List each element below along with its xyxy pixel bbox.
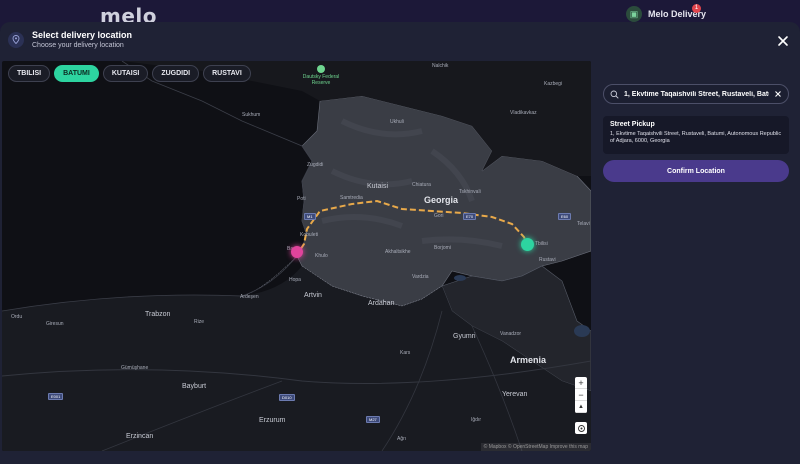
place-label: Chiatura: [412, 182, 431, 188]
place-label: Ukhuli: [390, 119, 404, 125]
place-label: Tskhinvali: [459, 189, 481, 195]
search-result-card[interactable]: Street Pickup 1, Ekvtime Taqaishvili Str…: [603, 116, 789, 154]
place-label: Telavi: [577, 221, 590, 227]
place-label: Gori: [434, 213, 444, 219]
locate-icon: [577, 424, 585, 432]
close-icon: [778, 36, 788, 46]
map-attribution: © Mapbox © OpenStreetMap Improve this ma…: [480, 443, 591, 451]
place-label: Erzurum: [259, 417, 286, 424]
clear-search-icon[interactable]: [774, 90, 782, 98]
tbilisi-marker-icon[interactable]: [521, 238, 534, 251]
place-label: Hopa: [289, 277, 301, 283]
map-canvas[interactable]: TBILISI BATUMI KUTAISI ZUGDIDI RUSTAVI D…: [2, 61, 591, 451]
place-label: Kars: [400, 350, 411, 356]
place-label: Trabzon: [145, 311, 171, 318]
place-label: Erzincan: [126, 433, 154, 440]
place-label: Kobuleti: [300, 232, 319, 238]
improve-map-link[interactable]: Improve this map: [550, 444, 588, 450]
chip-batumi[interactable]: BATUMI: [54, 65, 99, 82]
place-label: Akhaltsikhe: [385, 249, 411, 255]
place-label: Rustavi: [539, 257, 556, 263]
result-address: 1, Ekvtime Taqaishvili Street, Rustaveli…: [610, 131, 782, 144]
place-label: Kutaisi: [367, 183, 389, 190]
park-label: Dautsky Federal Reserve: [302, 74, 340, 86]
road-badge: E60: [558, 213, 572, 220]
place-label: Zugdidi: [307, 162, 324, 168]
chip-tbilisi[interactable]: TBILISI: [8, 65, 51, 82]
compass-button[interactable]: ▲: [575, 401, 587, 413]
place-label: Gümüşhane: [121, 365, 149, 371]
address-search: [603, 84, 789, 104]
place-label: Iğdır: [471, 417, 482, 423]
zoom-out-button[interactable]: −: [575, 389, 587, 401]
notification-badge: 1: [692, 4, 701, 13]
modal-subtitle: Choose your delivery location: [32, 42, 124, 49]
place-label: Ardahan: [368, 300, 395, 307]
road-badge: M1: [304, 213, 316, 220]
road-badge: M27: [366, 416, 380, 423]
place-label: Vladikavkaz: [510, 110, 537, 116]
place-label: Gyumri: [453, 333, 476, 340]
place-label: Vanadzor: [500, 331, 522, 337]
address-input[interactable]: [624, 90, 769, 98]
place-label: Samtredia: [340, 195, 363, 201]
modal-title: Select delivery location: [32, 30, 133, 40]
place-label: Nalchik: [432, 63, 449, 69]
place-label: Kazbegi: [544, 81, 563, 87]
place-label: Khulo: [315, 253, 328, 259]
country-label: Georgia: [424, 195, 459, 205]
place-label: Yerevan: [502, 391, 528, 398]
locate-button[interactable]: [575, 422, 587, 434]
road-badge: E001: [48, 393, 64, 400]
place-label: Borjomi: [434, 245, 451, 251]
place-label: Bayburt: [182, 383, 207, 390]
place-label: Poti: [297, 196, 306, 202]
confirm-location-button[interactable]: Confirm Location: [603, 160, 789, 182]
place-label: Giresun: [46, 321, 64, 327]
attribution-text[interactable]: © Mapbox © OpenStreetMap: [484, 444, 550, 450]
armenia-label: Armenia: [510, 355, 547, 365]
search-icon: [610, 90, 619, 99]
result-title: Street Pickup: [610, 121, 655, 128]
store-icon: ▣: [626, 6, 642, 22]
batumi-marker-icon[interactable]: [291, 246, 303, 258]
zoom-in-button[interactable]: +: [575, 377, 587, 389]
delivery-location-modal: Select delivery location Choose your del…: [0, 22, 800, 464]
place-label: Tbilisi: [535, 241, 548, 247]
modal-header: Select delivery location Choose your del…: [8, 30, 132, 49]
place-label: Rize: [194, 319, 205, 325]
zoom-controls: + − ▲: [575, 377, 587, 413]
close-button[interactable]: [776, 34, 790, 48]
road-badge: E70: [463, 213, 477, 220]
city-chips: TBILISI BATUMI KUTAISI ZUGDIDI RUSTAVI: [8, 65, 251, 82]
park-icon[interactable]: [317, 65, 325, 73]
place-label: Artvin: [304, 292, 322, 299]
location-pin-icon: [8, 31, 24, 48]
chip-kutaisi[interactable]: KUTAISI: [102, 65, 149, 82]
chip-zugdidi[interactable]: ZUGDIDI: [152, 65, 200, 82]
road-badge: D010: [279, 394, 295, 401]
chip-rustavi[interactable]: RUSTAVI: [203, 65, 251, 82]
place-label: Vardzia: [412, 274, 429, 280]
place-label: Ardeşen: [240, 294, 259, 300]
place-label: Ağrı: [397, 436, 407, 442]
place-label: Sukhum: [242, 112, 261, 118]
place-label: Ordu: [11, 314, 23, 320]
